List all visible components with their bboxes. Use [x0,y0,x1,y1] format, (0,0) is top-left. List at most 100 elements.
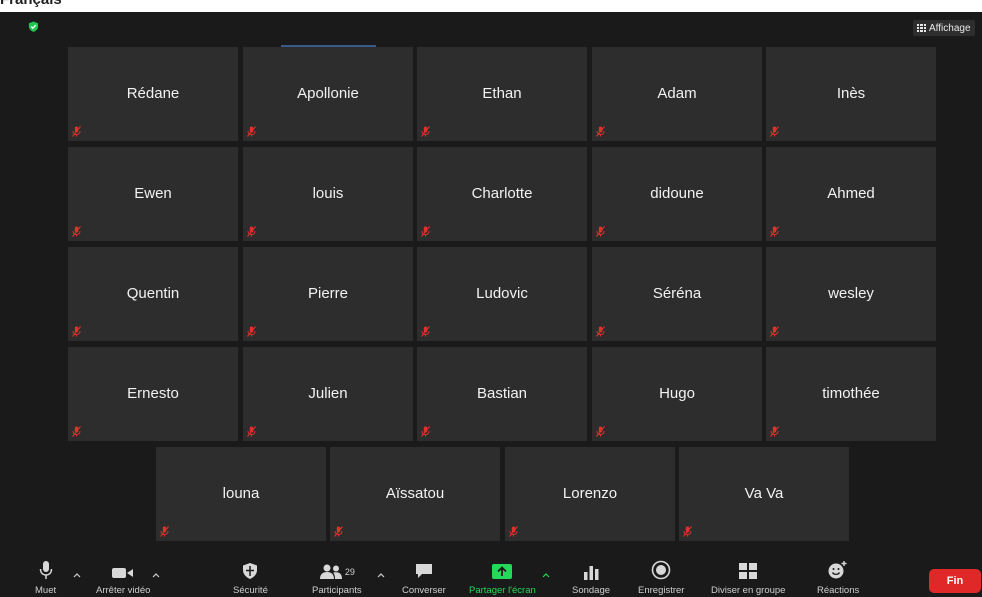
participant-tile[interactable]: Aïssatou [330,447,500,541]
poll-label: Sondage [572,585,611,596]
muted-microphone-icon [770,326,779,337]
participants-icon [319,564,342,579]
muted-microphone-icon [596,426,605,437]
muted-microphone-icon [596,326,605,337]
breakout-rooms-button[interactable]: Diviser en groupe [711,558,785,597]
record-label: Enregistrer [638,585,685,596]
participant-tile[interactable]: Julien [243,347,413,441]
muted-microphone-icon [596,226,605,237]
participant-name: Ahmed [827,185,875,202]
security-shield-icon [243,563,258,579]
participant-tile[interactable]: didoune [592,147,762,241]
share-screen-arrow-icon [492,564,513,579]
muted-microphone-icon [421,426,430,437]
participant-name: louis [312,185,344,202]
meeting-toolbar: Muet Arrêter vidéo Sécurité 29 Participa… [0,558,982,597]
participant-name: Ludovic [476,285,528,302]
record-icon [651,560,671,580]
window-title-bar: Français [0,0,982,12]
muted-microphone-icon [247,126,256,137]
video-camera-icon [112,568,134,578]
participants-button[interactable]: 29 Participants [312,558,362,597]
record-button[interactable]: Enregistrer [638,558,684,597]
participants-options-chevron-up-icon[interactable] [377,571,385,579]
video-options-chevron-up-icon[interactable] [152,571,160,579]
participant-tile[interactable]: wesley [766,247,936,341]
participant-name: wesley [828,285,874,302]
participant-name: Julien [308,385,348,402]
participant-name: Ethan [482,85,522,102]
participant-name: didoune [650,185,704,202]
muted-microphone-icon [770,226,779,237]
mute-label: Muet [35,585,57,596]
participant-name: Ernesto [127,385,179,402]
mute-options-chevron-up-icon[interactable] [73,571,81,579]
participant-tile[interactable]: Ethan [417,47,587,141]
muted-microphone-icon [770,126,779,137]
participant-tile[interactable]: Lorenzo [505,447,675,541]
participant-name: Pierre [307,285,348,302]
participant-tile[interactable]: Rédane [68,47,238,141]
security-button[interactable]: Sécurité [233,558,268,597]
participant-name: Hugo [659,385,695,402]
participants-count: 29 [344,567,355,577]
participant-name: Séréna [652,285,702,302]
participant-name: Charlotte [471,185,533,202]
stop-video-label: Arrêter vidéo [96,585,151,596]
view-label: Affichage [929,22,971,34]
participant-name: Inès [836,85,866,102]
shield-check-icon[interactable] [28,21,39,32]
participant-tile[interactable]: Ernesto [68,347,238,441]
participant-name: Quentin [126,285,180,302]
end-meeting-button[interactable]: Fin [929,569,981,593]
muted-microphone-icon [72,226,81,237]
share-screen-button[interactable]: Partager l'écran [469,558,536,597]
participant-name: Apollonie [297,85,359,102]
reactions-smiley-icon [828,561,847,579]
participant-name: Va Va [744,485,784,502]
chat-button[interactable]: Converser [402,558,446,597]
participant-tile[interactable]: Hugo [592,347,762,441]
share-options-chevron-up-icon[interactable] [542,571,550,579]
breakout-rooms-icon [739,563,758,579]
mute-button[interactable]: Muet [35,558,56,597]
microphone-icon [39,561,52,579]
participant-tile[interactable]: Charlotte [417,147,587,241]
participant-tile[interactable]: Ludovic [417,247,587,341]
muted-microphone-icon [247,426,256,437]
stop-video-button[interactable]: Arrêter vidéo [96,558,150,597]
breakout-rooms-label: Diviser en groupe [711,585,786,596]
participant-name: louna [222,485,260,502]
participant-name: Lorenzo [562,485,618,502]
participant-tile[interactable]: Bastian [417,347,587,441]
participant-tile[interactable]: Apollonie [243,47,413,141]
participant-tile[interactable]: Quentin [68,247,238,341]
participant-tile[interactable]: Pierre [243,247,413,341]
participant-tile[interactable]: louis [243,147,413,241]
participant-name: Rédane [126,85,180,102]
muted-microphone-icon [72,126,81,137]
muted-microphone-icon [770,426,779,437]
muted-microphone-icon [247,226,256,237]
poll-button[interactable]: Sondage [572,558,610,597]
participant-tile[interactable]: timothée [766,347,936,441]
view-button[interactable]: Affichage [913,20,975,36]
muted-microphone-icon [421,326,430,337]
participant-tile[interactable]: Ahmed [766,147,936,241]
muted-microphone-icon [421,226,430,237]
share-screen-label: Partager l'écran [469,585,536,596]
participant-tile[interactable]: Va Va [679,447,849,541]
participant-tile[interactable]: louna [156,447,326,541]
muted-microphone-icon [509,526,518,537]
participant-tile[interactable]: Adam [592,47,762,141]
participant-tile[interactable]: Séréna [592,247,762,341]
reactions-button[interactable]: Réactions [817,558,859,597]
participant-name: Bastian [476,385,528,402]
muted-microphone-icon [160,526,169,537]
participant-name: timothée [822,385,880,402]
muted-microphone-icon [683,526,692,537]
participant-tile[interactable]: Inès [766,47,936,141]
security-label: Sécurité [233,585,268,596]
participant-tile[interactable]: Ewen [68,147,238,241]
participant-name: Adam [657,85,697,102]
